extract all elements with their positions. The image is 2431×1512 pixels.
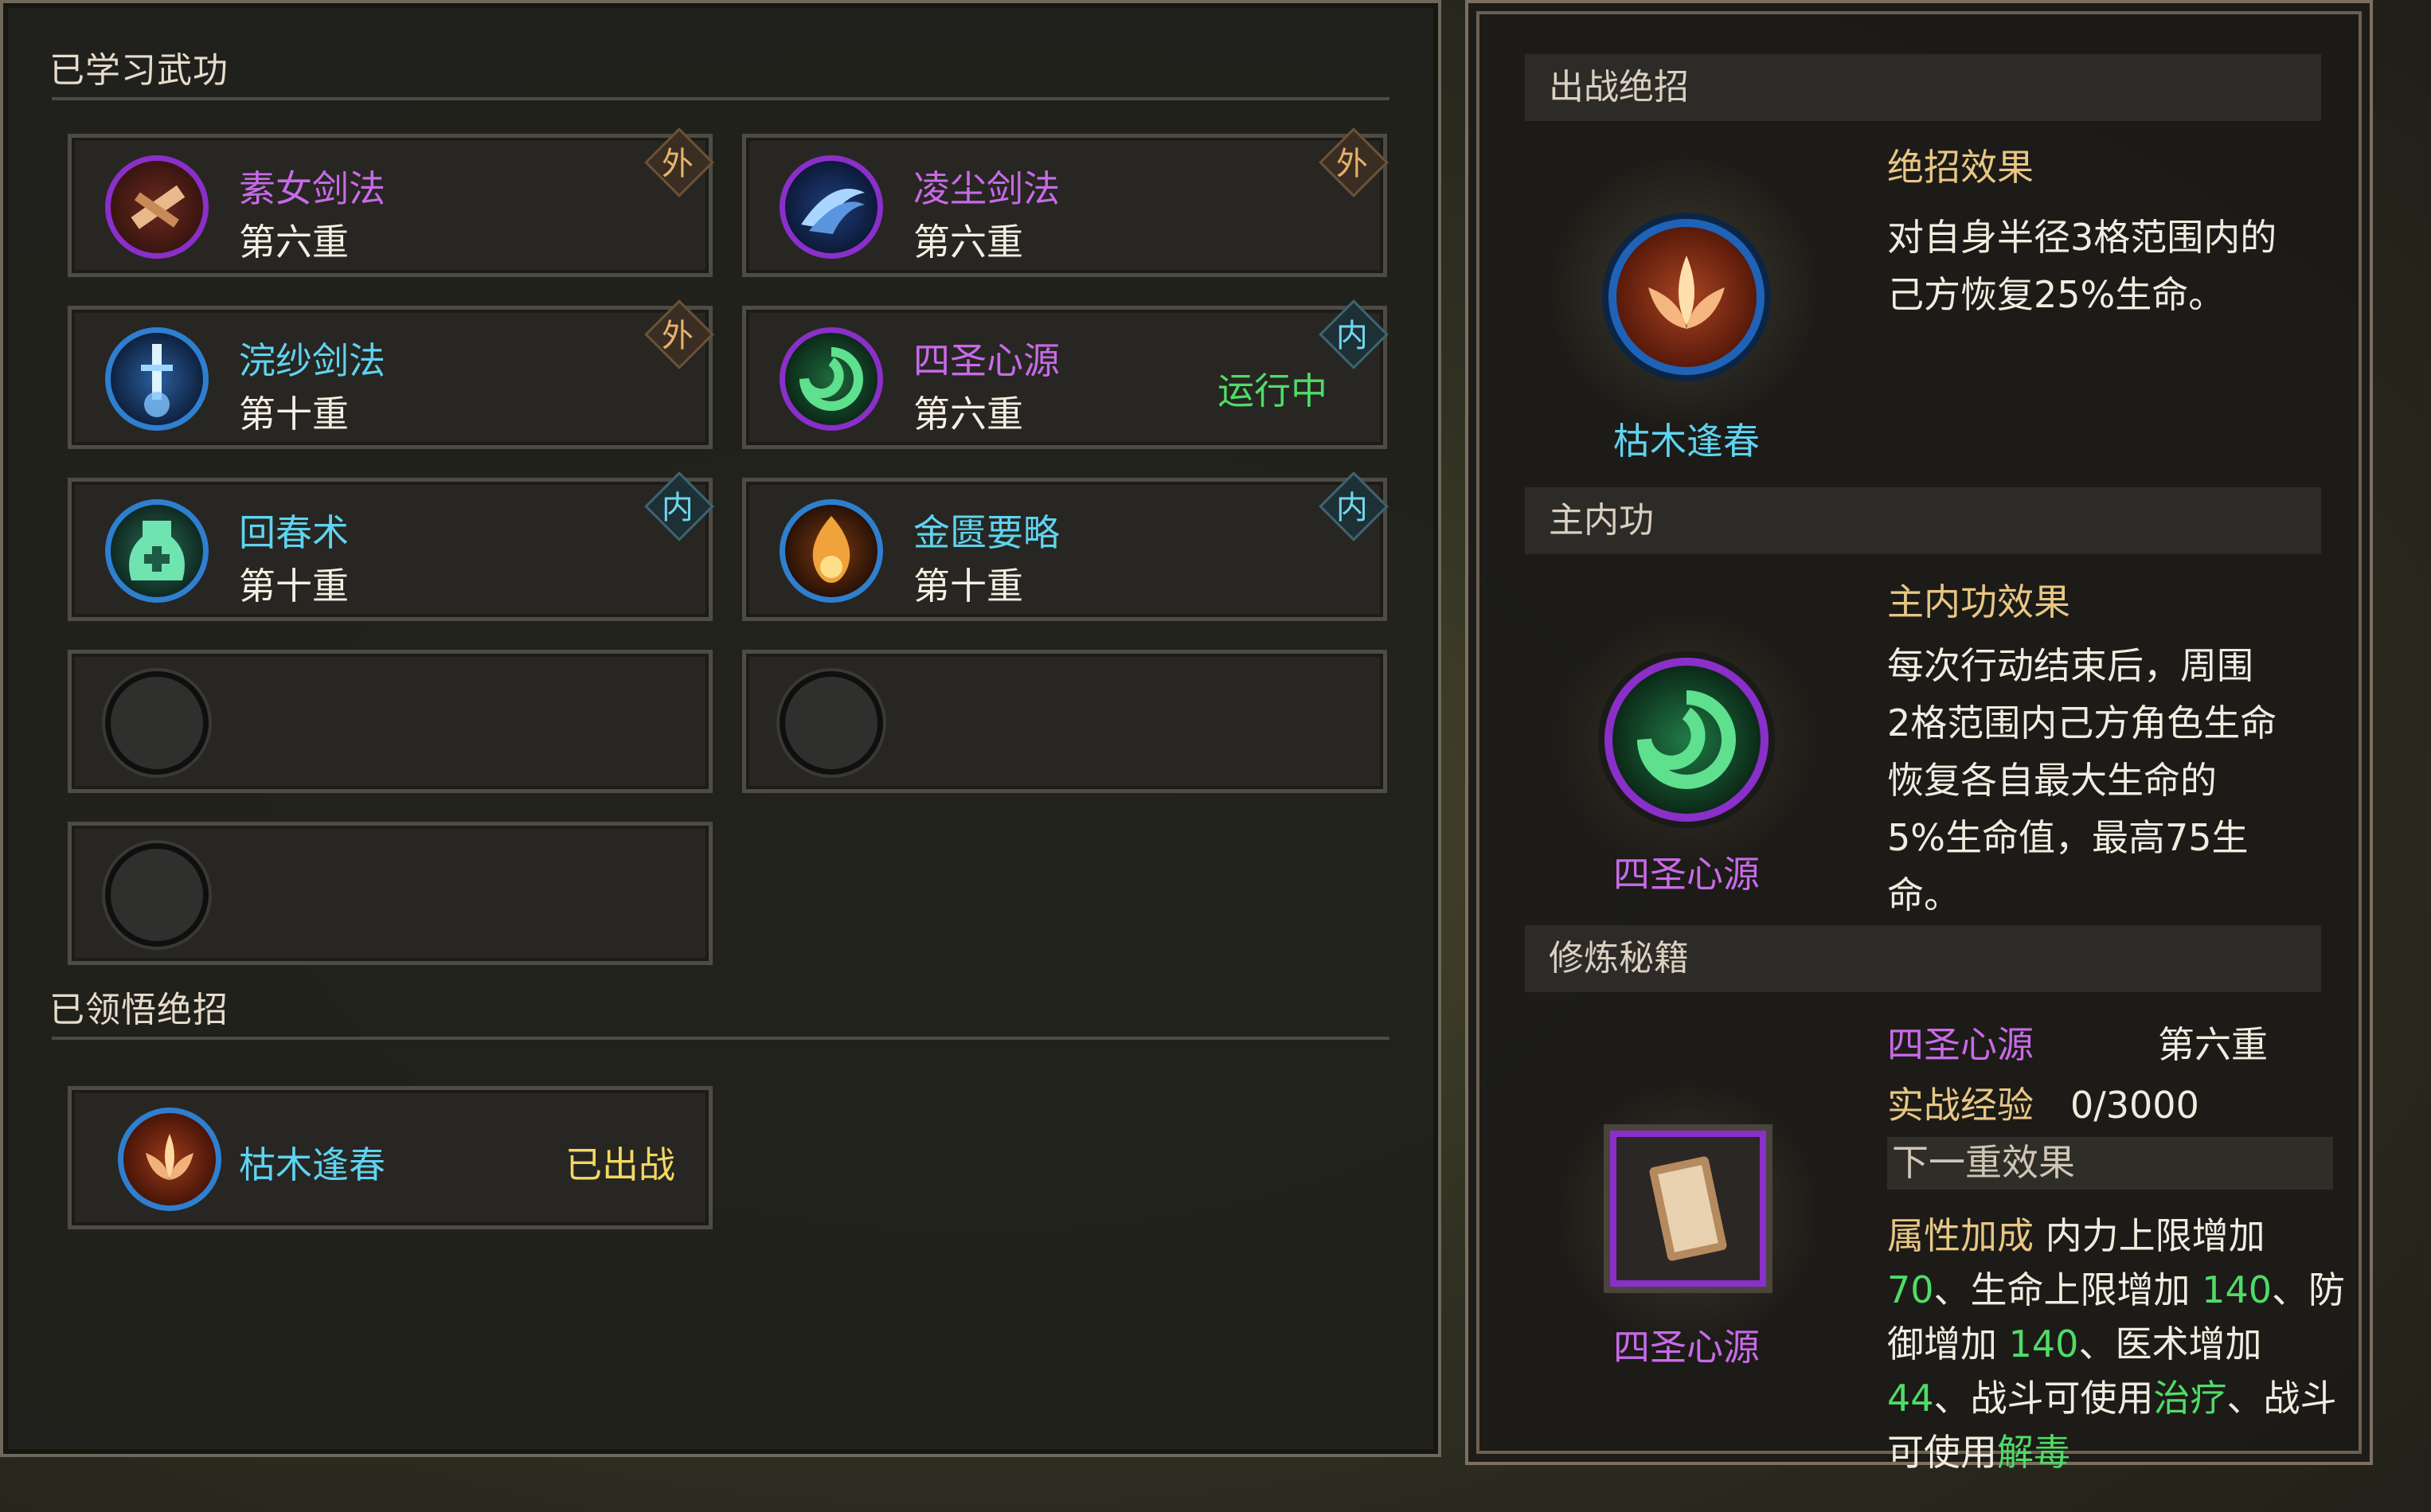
scroll-book-icon[interactable]	[1610, 1131, 1766, 1287]
flame-icon	[780, 499, 883, 603]
battle-skill-name: 枯木逢春	[1613, 420, 1760, 463]
exp-label: 实战经验	[1887, 1084, 2034, 1127]
swirl-skill-icon	[1604, 658, 1769, 822]
main-inner-effect-line: 命。	[1887, 873, 1960, 916]
learned-skills-title: 已学习武功	[49, 50, 229, 91]
skill-card-huansha[interactable]: 浣纱剑法 第十重 外	[68, 299, 714, 449]
ultimate-card-kumu[interactable]: 枯木逢春 已出战	[68, 1086, 713, 1229]
skill-card-sisheng[interactable]: 四圣心源 第六重 运行中 内	[742, 299, 1389, 449]
empty-slot-icon	[105, 843, 209, 947]
internal-badge: 内	[644, 471, 714, 541]
empty-slot-icon	[780, 671, 883, 775]
main-inner-header: 主内功	[1525, 487, 2321, 554]
main-inner-effect-line: 2格范围内己方角色生命	[1887, 701, 2277, 744]
skill-level: 第六重	[239, 221, 349, 264]
sword-icon	[105, 155, 209, 259]
training-skill-name: 四圣心源	[1887, 1023, 2034, 1066]
skill-name: 素女剑法	[239, 167, 385, 210]
deployed-status: 已出战	[565, 1143, 675, 1186]
next-level-effect-line: 属性加成 内力上限增加	[1887, 1214, 2265, 1257]
swirl-icon	[780, 327, 883, 431]
next-level-effect-line: 70、生命上限增加 140、防	[1887, 1268, 2345, 1311]
running-status: 运行中	[1217, 369, 1327, 412]
ultimates-title: 已领悟绝招	[49, 990, 229, 1030]
main-inner-effect-line: 5%生命值，最高75生	[1887, 816, 2249, 859]
divider	[52, 97, 1389, 100]
skill-level: 第十重	[913, 565, 1023, 608]
skill-level: 第十重	[239, 565, 349, 608]
next-level-effect-line: 44、战斗可使用治疗、战斗	[1887, 1377, 2337, 1420]
exp-value: 0/3000	[2070, 1084, 2199, 1127]
ultimate-effect-title: 绝招效果	[1887, 146, 2034, 189]
ultimate-effect-line: 己方恢复25%生命。	[1887, 273, 2226, 316]
skill-card-sunv[interactable]: 素女剑法 第六重 外	[68, 127, 714, 277]
skill-name: 金匮要略	[913, 511, 1060, 554]
skill-level: 第六重	[913, 393, 1023, 436]
ultimate-effect-line: 对自身半径3格范围内的	[1887, 216, 2277, 259]
internal-badge: 内	[1319, 471, 1389, 541]
main-inner-effect-line: 恢复各自最大生命的	[1887, 759, 2217, 802]
next-level-effect-line: 御增加 140、医术增加	[1887, 1323, 2262, 1365]
main-inner-effect-title: 主内功效果	[1887, 580, 2070, 623]
skill-name: 回春术	[239, 511, 349, 554]
main-inner-effect-line: 每次行动结束后，周围	[1887, 644, 2253, 687]
skill-name: 浣纱剑法	[239, 339, 385, 382]
lotus-icon	[118, 1108, 221, 1211]
external-badge: 外	[1319, 127, 1389, 197]
skill-level: 第六重	[913, 221, 1023, 264]
training-level: 第六重	[2158, 1023, 2268, 1066]
skill-name: 凌尘剑法	[913, 167, 1060, 210]
empty-skill-slot[interactable]	[742, 650, 1387, 793]
external-badge: 外	[644, 127, 714, 197]
divider	[52, 1037, 1389, 1040]
skill-level: 第十重	[239, 393, 349, 436]
empty-slot-icon	[105, 671, 209, 775]
empty-skill-slot[interactable]	[68, 822, 713, 965]
battle-ultimate-header: 出战绝招	[1525, 54, 2321, 121]
empty-skill-slot[interactable]	[68, 650, 713, 793]
sword-splash-icon	[105, 327, 209, 431]
book-name: 四圣心源	[1613, 1326, 1760, 1369]
skill-name: 四圣心源	[913, 339, 1060, 382]
external-badge: 外	[644, 299, 714, 369]
main-inner-skill-name: 四圣心源	[1613, 853, 1760, 896]
healing-potion-icon	[105, 499, 209, 603]
internal-badge: 内	[1319, 299, 1389, 369]
skill-card-lingchen[interactable]: 凌尘剑法 第六重 外	[742, 127, 1389, 277]
next-level-title: 下一重效果	[1892, 1141, 2075, 1184]
skill-card-jinkui[interactable]: 金匮要略 第十重 内	[742, 471, 1389, 621]
skill-card-huichun[interactable]: 回春术 第十重 内	[68, 471, 714, 621]
lotus-skill-icon	[1608, 219, 1765, 375]
ultimate-name: 枯木逢春	[239, 1143, 385, 1186]
wave-slash-icon	[780, 155, 883, 259]
next-level-effect-line: 可使用解毒	[1887, 1431, 2070, 1474]
training-header: 修炼秘籍	[1525, 925, 2321, 992]
